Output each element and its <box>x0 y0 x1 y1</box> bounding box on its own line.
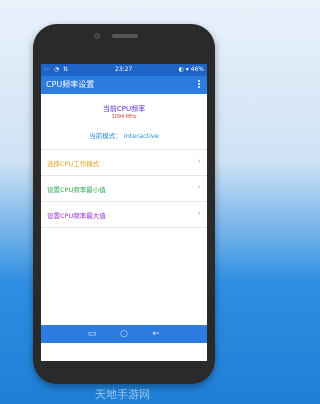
speaker-grille <box>112 34 138 38</box>
menu-item-label: 设置CPU频率最小值 <box>47 186 106 194</box>
divider <box>41 227 207 228</box>
home-icon[interactable]: ○ <box>118 328 130 340</box>
app-bar: CPU频率设置 <box>41 76 207 94</box>
chevron-right-icon: › <box>197 156 201 167</box>
watermark: 天地手游网 <box>95 388 150 401</box>
current-mode: 当前模式： interactive <box>89 132 159 140</box>
app-screen: ⋯ ◔ ⇅ 23:27 ◐ ▾ 46% CPU频率设置 当前CPU频率 1094… <box>41 64 207 361</box>
chevron-right-icon: › <box>197 182 201 193</box>
status-time: 23:27 <box>115 66 133 73</box>
menu-item-set-min-freq[interactable]: 设置CPU频率最小值 › <box>41 175 207 201</box>
status-right-icons: ◐ ▾ 46% <box>178 66 204 73</box>
back-icon[interactable]: ← <box>150 328 162 340</box>
current-frequency-value: 1094 MHz <box>111 114 137 120</box>
menu-item-select-mode[interactable]: 选择CPU工作模式 › <box>41 149 207 175</box>
menu-item-label: 设置CPU频率最大值 <box>47 212 106 220</box>
camera-icon <box>94 33 100 39</box>
nav-bar: ▭ ○ ← <box>41 325 207 343</box>
menu-item-label: 选择CPU工作模式 <box>47 160 100 168</box>
status-left-icons: ⋯ ◔ ⇅ <box>44 66 70 73</box>
menu-item-set-max-freq[interactable]: 设置CPU频率最大值 › <box>41 201 207 227</box>
overflow-menu-icon[interactable] <box>198 80 201 90</box>
status-bar: ⋯ ◔ ⇅ 23:27 ◐ ▾ 46% <box>41 64 207 76</box>
recents-icon[interactable]: ▭ <box>86 328 98 340</box>
current-frequency-label: 当前CPU频率 <box>102 105 146 113</box>
app-title: CPU频率设置 <box>46 80 95 89</box>
chevron-right-icon: › <box>197 208 201 219</box>
